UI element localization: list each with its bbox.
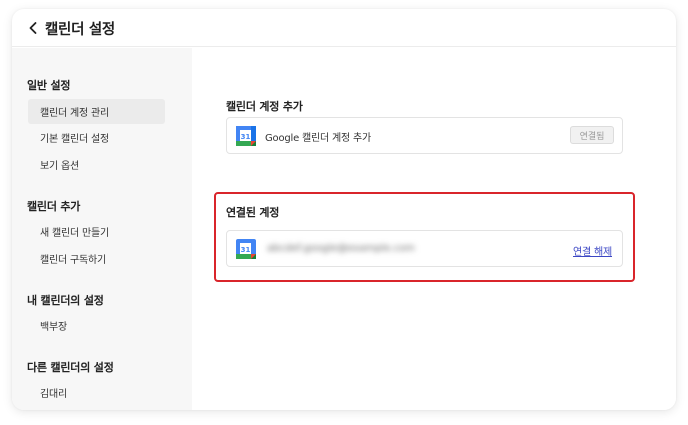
chevron-left-icon [29,22,37,34]
google-calendar-icon: 31 [236,239,256,259]
disconnect-link[interactable]: 연결 해제 [573,243,612,258]
page-title: 캘린더 설정 [45,22,115,38]
sidebar-item-other-calendar[interactable]: 김대리 [28,380,165,405]
header: 캘린더 설정 [12,9,676,47]
account-email: abcdef.google@example.com [267,243,415,254]
sidebar-group-other-calendars: 다른 캘린더의 설정 [27,361,114,374]
sidebar-item-view-options[interactable]: 보기 옵션 [28,152,165,177]
connected-accounts-highlight: 연결된 계정 31 abcdef.google@example.com 연결 해… [214,192,635,282]
connected-account-card: 31 abcdef.google@example.com 연결 해제 [226,230,623,267]
svg-text:31: 31 [241,133,251,141]
google-calendar-icon: 31 [236,126,256,146]
sidebar-group-general: 일반 설정 [27,79,71,92]
main-content: 캘린더 계정 추가 31 Google 캘린더 계정 추가 연결됨 연결된 계정 [192,48,676,410]
settings-window: 캘린더 설정 일반 설정 캘린더 계정 관리 기본 캘린더 설정 보기 옵션 캘… [12,9,676,410]
back-button[interactable] [26,20,40,36]
add-account-title: 캘린더 계정 추가 [226,100,303,113]
sidebar-item-subscribe-calendar[interactable]: 캘린더 구독하기 [28,246,165,271]
add-google-account-label: Google 캘린더 계정 추가 [265,133,371,144]
add-google-account-card: 31 Google 캘린더 계정 추가 연결됨 [226,117,623,154]
sidebar-group-add-calendar: 캘린더 추가 [27,200,81,213]
connected-accounts-title: 연결된 계정 [226,206,280,219]
svg-text:31: 31 [241,246,251,254]
sidebar: 일반 설정 캘린더 계정 관리 기본 캘린더 설정 보기 옵션 캘린더 추가 새… [12,48,192,410]
sidebar-group-my-calendars: 내 캘린더의 설정 [27,294,104,307]
sidebar-item-my-calendar[interactable]: 백부장 [28,313,165,338]
sidebar-item-new-calendar[interactable]: 새 캘린더 만들기 [28,219,165,244]
connected-button[interactable]: 연결됨 [570,126,614,144]
sidebar-item-account-management[interactable]: 캘린더 계정 관리 [28,99,165,124]
sidebar-item-default-calendar[interactable]: 기본 캘린더 설정 [28,125,165,150]
